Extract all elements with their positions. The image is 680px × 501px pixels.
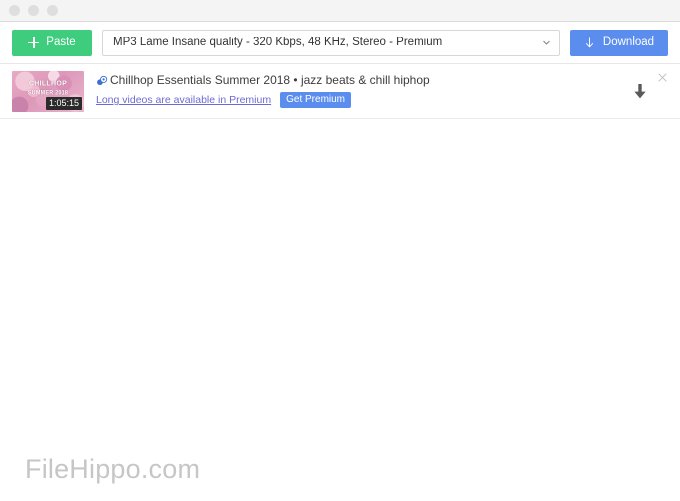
download-item-info: Chillhop Essentials Summer 2018 • jazz b…: [96, 74, 608, 108]
plus-icon: [28, 37, 40, 48]
download-list-item[interactable]: CHILLHOP SUMMER 2018 1:05:15 Chillhop Es…: [0, 64, 680, 119]
paste-button-label: Paste: [46, 35, 76, 48]
download-item-title-row: Chillhop Essentials Summer 2018 • jazz b…: [96, 74, 608, 87]
download-arrow-icon[interactable]: [632, 83, 648, 101]
toolbar: Paste MP3 Lame Insane quality - 320 Kbps…: [0, 22, 680, 64]
thumbnail-artwork: CHILLHOP SUMMER 2018: [12, 80, 84, 98]
app-window: Paste MP3 Lame Insane quality - 320 Kbps…: [0, 0, 680, 501]
format-select-value: MP3 Lame Insane quality - 320 Kbps, 48 K…: [113, 36, 443, 48]
paste-button[interactable]: Paste: [12, 29, 92, 56]
title-bar: [0, 0, 680, 22]
video-duration-badge: 1:05:15: [45, 96, 82, 110]
site-favicon-icon: [97, 75, 108, 85]
download-list: CHILLHOP SUMMER 2018 1:05:15 Chillhop Es…: [0, 64, 680, 501]
chevron-down-icon: [543, 40, 550, 45]
video-thumbnail: CHILLHOP SUMMER 2018 1:05:15: [12, 70, 84, 112]
window-close-button[interactable]: [9, 5, 20, 16]
thumbnail-art-subtitle: SUMMER 2018: [27, 89, 69, 97]
download-button-label: Download: [602, 35, 655, 48]
download-item-meta-row: Long videos are available in Premium Get…: [96, 92, 608, 108]
format-select[interactable]: MP3 Lame Insane quality - 320 Kbps, 48 K…: [102, 29, 560, 56]
get-premium-button[interactable]: Get Premium: [280, 92, 352, 108]
download-item-actions: [608, 64, 668, 118]
window-minimize-button[interactable]: [28, 5, 39, 16]
premium-info-link[interactable]: Long videos are available in Premium: [96, 94, 271, 106]
window-maximize-button[interactable]: [47, 5, 58, 16]
download-arrow-icon: [585, 36, 593, 47]
traffic-lights: [9, 5, 58, 16]
close-icon[interactable]: [657, 72, 668, 83]
download-item-title: Chillhop Essentials Summer 2018 • jazz b…: [110, 74, 430, 87]
download-button[interactable]: Download: [570, 29, 668, 56]
thumbnail-art-title: CHILLHOP: [28, 79, 68, 88]
